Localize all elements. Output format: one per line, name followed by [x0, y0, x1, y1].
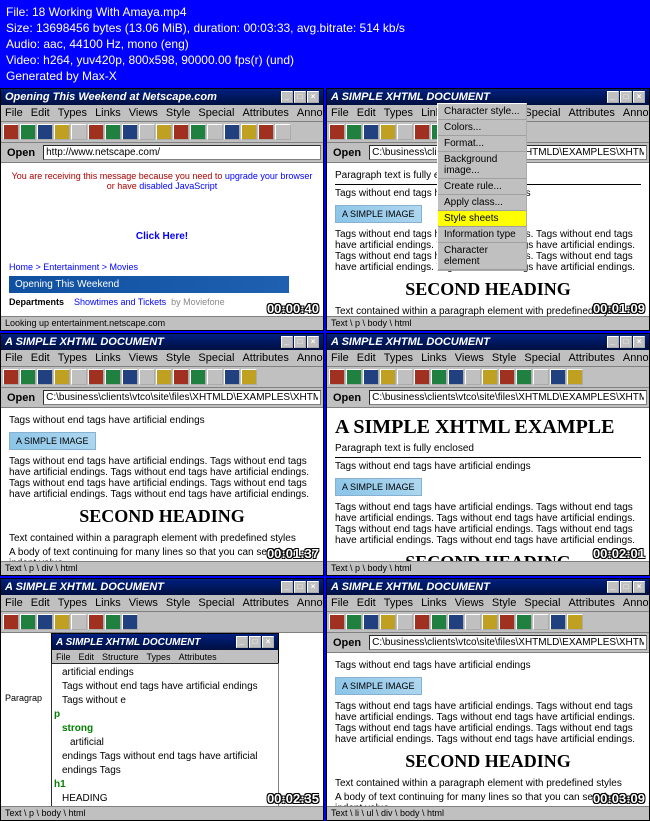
panel-style-menu: A SIMPLE XHTML DOCUMENT_□× FileEditTypes…	[326, 88, 650, 331]
statusbar: Looking up entertainment.netscape.com	[1, 316, 323, 330]
panel-doc-4: A SIMPLE XHTML DOCUMENT_□× FileEditTypes…	[326, 333, 650, 576]
panel-doc-3: A SIMPLE XHTML DOCUMENT_□× FileEditTypes…	[0, 333, 324, 576]
menubar[interactable]: FileEditTypesLinksViewsStyleSpecialAttri…	[1, 105, 323, 122]
toolbar[interactable]	[1, 122, 323, 143]
url-input[interactable]	[43, 145, 321, 160]
style-sheets-item: Style sheets	[438, 211, 526, 227]
panel-netscape: Opening This Weekend at Netscape.com _□×…	[0, 88, 324, 331]
style-dropdown[interactable]: Character style... Colors... Format... B…	[437, 103, 527, 271]
titlebar[interactable]: Opening This Weekend at Netscape.com _□×	[1, 89, 323, 105]
panel-doc-6: A SIMPLE XHTML DOCUMENT_□× FileEditTypes…	[326, 578, 650, 821]
video-info-header: File: 18 Working With Amaya.mp4 Size: 13…	[0, 0, 650, 88]
maximize-btn[interactable]: □	[294, 91, 306, 103]
close-btn[interactable]: ×	[307, 91, 319, 103]
open-label: Open	[3, 147, 39, 159]
structure-tree[interactable]: artificial endings Tags without end tags…	[51, 663, 279, 806]
panel-structure-view: A SIMPLE XHTML DOCUMENT_□× FileEditTypes…	[0, 578, 324, 821]
simple-image: A SIMPLE IMAGE	[335, 205, 422, 223]
click-here-link[interactable]: Click Here!	[9, 231, 315, 242]
opening-banner: Opening This Weekend	[9, 276, 289, 293]
minimize-btn[interactable]: _	[281, 91, 293, 103]
